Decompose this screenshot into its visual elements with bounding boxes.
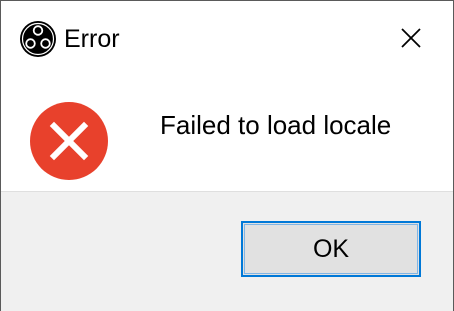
message-area: Failed to load locale: [1, 77, 453, 191]
close-icon: [401, 28, 421, 48]
window-title: Error: [64, 25, 120, 53]
obs-logo-icon: [20, 21, 56, 57]
button-bar: OK: [1, 191, 453, 311]
error-icon: [30, 102, 108, 180]
error-message: Failed to load locale: [160, 110, 392, 140]
title-bar: Error: [1, 1, 453, 77]
error-dialog: Error Failed to load locale OK: [0, 0, 454, 311]
ok-button[interactable]: OK: [241, 221, 421, 277]
ok-button-label: OK: [312, 234, 350, 263]
close-button[interactable]: [383, 11, 439, 65]
